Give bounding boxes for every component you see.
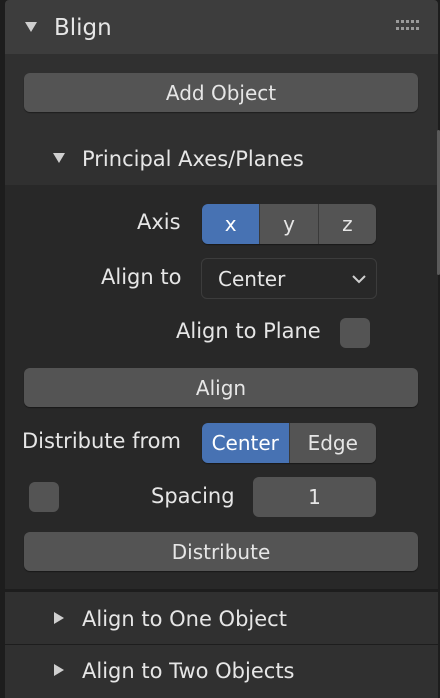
spacing-enable-checkbox[interactable] (29, 482, 59, 512)
distribute-option-center[interactable]: Center (202, 423, 289, 463)
drag-handle-icon[interactable] (396, 20, 422, 32)
distribute-option-edge[interactable]: Edge (288, 423, 376, 463)
distribute-from-selector: Center Edge (202, 423, 376, 463)
expand-triangle-icon[interactable] (54, 664, 64, 676)
align-to-plane-checkbox[interactable] (340, 318, 370, 348)
collapse-triangle-icon[interactable] (25, 22, 37, 32)
align-to-plane-label: Align to Plane (176, 319, 321, 343)
spacing-number-field[interactable]: 1 (253, 477, 376, 517)
align-button[interactable]: Align (24, 368, 418, 407)
axis-option-y[interactable]: y (259, 204, 318, 244)
panel-title: Blign (54, 15, 112, 41)
section-title-align-to-two-objects: Align to Two Objects (82, 659, 295, 683)
subpanel-collapse-triangle-icon[interactable] (53, 153, 65, 163)
axis-option-x[interactable]: x (202, 204, 260, 244)
distribute-from-label: Distribute from (22, 429, 181, 453)
axis-option-z[interactable]: z (317, 204, 376, 244)
add-object-button[interactable]: Add Object (24, 73, 418, 112)
align-to-dropdown[interactable]: Center (201, 258, 377, 299)
spacing-label: Spacing (151, 484, 235, 508)
section-title-align-to-one-object: Align to One Object (82, 607, 287, 631)
axis-label: Axis (137, 210, 181, 234)
axis-selector: x y z (202, 204, 376, 244)
subpanel-title: Principal Axes/Planes (82, 147, 304, 171)
align-to-label: Align to (101, 265, 182, 289)
distribute-button[interactable]: Distribute (24, 532, 418, 571)
align-to-value: Center (218, 266, 286, 291)
chevron-down-icon (352, 275, 366, 284)
expand-triangle-icon[interactable] (54, 612, 64, 624)
